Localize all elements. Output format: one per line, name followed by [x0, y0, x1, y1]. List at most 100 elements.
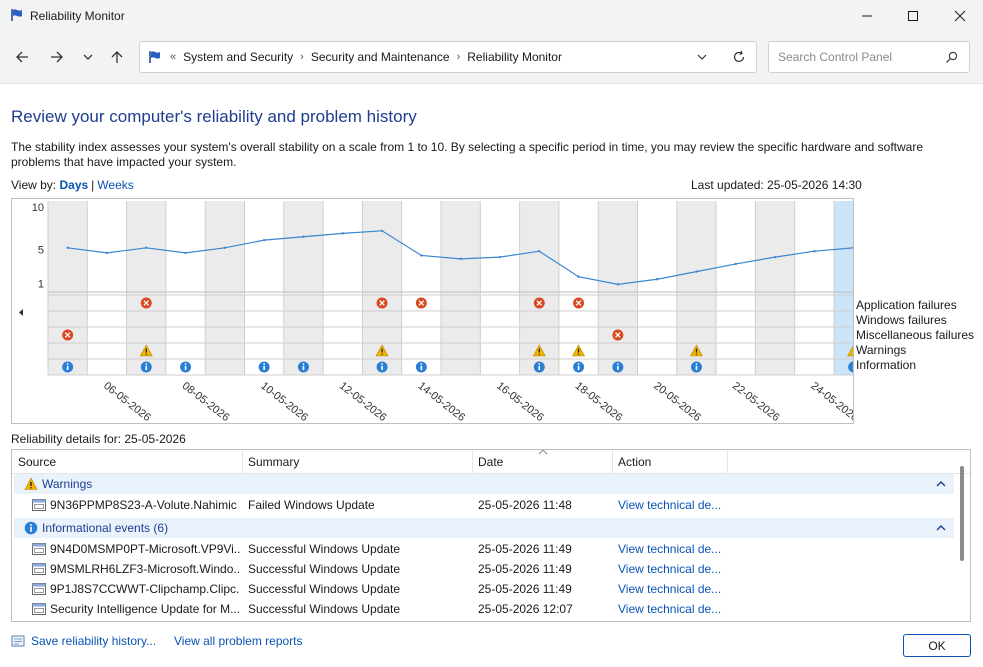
stability-point — [616, 283, 620, 286]
view-technical-details-link[interactable]: View technical de... — [618, 498, 728, 512]
table-row[interactable]: Security Intelligence Update for M... Su… — [14, 599, 954, 619]
maximize-button[interactable] — [890, 0, 936, 32]
day-column[interactable] — [48, 201, 88, 375]
view-all-problem-reports-link[interactable]: View all problem reports — [174, 634, 303, 648]
table-header: Source Summary Date Action — [12, 450, 970, 474]
breadcrumb-separator: › — [300, 51, 304, 63]
save-reliability-history-link[interactable]: Save reliability history... — [31, 634, 156, 648]
stability-point — [184, 251, 187, 255]
breadcrumb-reliability-monitor[interactable]: Reliability Monitor — [467, 50, 562, 64]
table-row[interactable]: 9N36PPMP8S23-A-Volute.Nahimic Failed Win… — [14, 495, 954, 515]
info-icon-mark — [66, 365, 69, 370]
address-dropdown-icon[interactable] — [696, 51, 708, 63]
column-divider[interactable] — [472, 450, 473, 474]
address-bar[interactable]: « System and Security › Security and Mai… — [139, 41, 757, 73]
info-icon-dot — [577, 363, 580, 365]
view-technical-details-link[interactable]: View technical de... — [618, 602, 728, 616]
forward-button[interactable] — [48, 48, 66, 66]
close-button[interactable] — [937, 0, 983, 32]
column-summary[interactable]: Summary — [248, 455, 299, 469]
reliability-monitor-window: Reliability Monitor « System and Securit… — [0, 0, 983, 667]
refresh-icon[interactable] — [732, 50, 746, 64]
application-icon — [32, 499, 46, 511]
row-date: 25-05-2026 11:49 — [478, 582, 572, 596]
table-scrollbar[interactable] — [960, 466, 964, 561]
view-technical-details-link[interactable]: View technical de... — [618, 562, 728, 576]
row-summary: Successful Windows Update — [248, 562, 401, 576]
view-technical-details-link[interactable]: View technical de... — [618, 582, 728, 596]
day-column[interactable] — [441, 201, 481, 375]
chevron-up-icon[interactable] — [936, 479, 946, 489]
table-row[interactable]: 9P1J8S7CCWWT-Clipchamp.Clipc... Successf… — [14, 579, 954, 599]
day-column[interactable] — [87, 201, 127, 375]
x-tick-label: 08-05-2026 — [180, 380, 232, 423]
x-tick-label: 24-05-2026 — [809, 380, 853, 423]
column-divider[interactable] — [242, 450, 243, 474]
column-divider[interactable] — [612, 450, 613, 474]
breadcrumb-overflow[interactable]: « — [170, 51, 176, 63]
group-warnings[interactable]: Warnings — [14, 474, 954, 494]
day-column[interactable] — [283, 201, 324, 375]
details-title: Reliability details for: 25-05-2026 — [11, 432, 186, 446]
breadcrumb-system-and-security[interactable]: System and Security — [183, 50, 293, 64]
search-icon[interactable] — [945, 51, 958, 64]
table-row[interactable]: 9N4D0MSMP0PT-Microsoft.VP9Vi... Successf… — [14, 539, 954, 559]
back-button[interactable] — [13, 48, 31, 66]
group-informational-events[interactable]: Informational events (6) — [14, 518, 954, 538]
row-source: 9MSMLRH6LZF3-Microsoft.Windo... — [50, 562, 240, 576]
reliability-chart-svg[interactable]: 10 5 1 06-05-2026 08-05-2026 10-05-2026 12-05-… — [12, 199, 853, 423]
info-icon-mark — [695, 365, 698, 370]
breadcrumb-security-and-maintenance[interactable]: Security and Maintenance — [311, 50, 450, 64]
search-box[interactable]: Search Control Panel — [768, 41, 970, 73]
day-column[interactable] — [755, 201, 795, 375]
chevron-up-icon[interactable] — [936, 523, 946, 533]
x-tick-label: 06-05-2026 — [101, 380, 153, 423]
day-column[interactable] — [637, 201, 677, 375]
day-column[interactable] — [480, 201, 520, 375]
row-summary: Failed Windows Update — [248, 498, 375, 512]
day-column[interactable] — [323, 201, 363, 375]
title-bar: Reliability Monitor — [0, 0, 983, 32]
minimize-button-real[interactable] — [844, 0, 890, 32]
stability-point — [498, 255, 502, 259]
table-row[interactable]: 9MSMLRH6LZF3-Microsoft.Windo... Successf… — [14, 559, 954, 579]
row-source: 9P1J8S7CCWWT-Clipchamp.Clipc... — [50, 582, 240, 596]
stability-point — [145, 246, 148, 249]
day-column[interactable] — [598, 201, 638, 375]
scroll-left-icon[interactable] — [19, 309, 23, 316]
info-icon-dot — [420, 363, 423, 365]
row-date: 25-05-2026 11:49 — [478, 562, 572, 576]
day-column[interactable] — [834, 201, 853, 375]
column-action[interactable]: Action — [618, 455, 651, 469]
legend-information: Information — [856, 358, 917, 372]
column-divider[interactable] — [727, 450, 728, 474]
search-input[interactable]: Search Control Panel — [778, 50, 892, 64]
day-column[interactable] — [205, 201, 245, 375]
stability-point — [302, 235, 305, 238]
reliability-chart[interactable]: 10 5 1 06-05-2026 08-05-2026 10-05-2026 12-05-… — [11, 198, 854, 424]
up-button[interactable] — [108, 48, 126, 66]
view-weeks-link[interactable]: Weeks — [97, 178, 133, 192]
column-source[interactable]: Source — [18, 455, 56, 469]
view-separator: | — [91, 178, 95, 192]
info-icon-mark — [263, 365, 265, 370]
warning-icon-dot — [695, 353, 698, 355]
day-column[interactable] — [165, 201, 206, 375]
recent-locations-button[interactable] — [79, 48, 97, 66]
day-column[interactable] — [401, 201, 441, 375]
x-tick-label: 16-05-2026 — [494, 380, 546, 423]
x-tick-label: 14-05-2026 — [416, 380, 468, 423]
day-column[interactable] — [794, 201, 834, 375]
view-days-link[interactable]: Days — [59, 178, 88, 192]
day-column[interactable] — [244, 201, 284, 375]
view-technical-details-link[interactable]: View technical de... — [618, 542, 728, 556]
row-date: 25-05-2026 12:07 — [478, 602, 573, 616]
column-date[interactable]: Date — [478, 455, 503, 469]
ok-button[interactable]: OK — [903, 634, 971, 657]
info-icon-dot — [695, 363, 698, 365]
legend-miscellaneous-failures: Miscellaneous failures — [856, 328, 975, 342]
day-column[interactable] — [716, 201, 756, 375]
warning-icon-dot — [145, 353, 147, 355]
application-icon — [32, 543, 46, 555]
x-tick-label: 12-05-2026 — [337, 380, 389, 423]
